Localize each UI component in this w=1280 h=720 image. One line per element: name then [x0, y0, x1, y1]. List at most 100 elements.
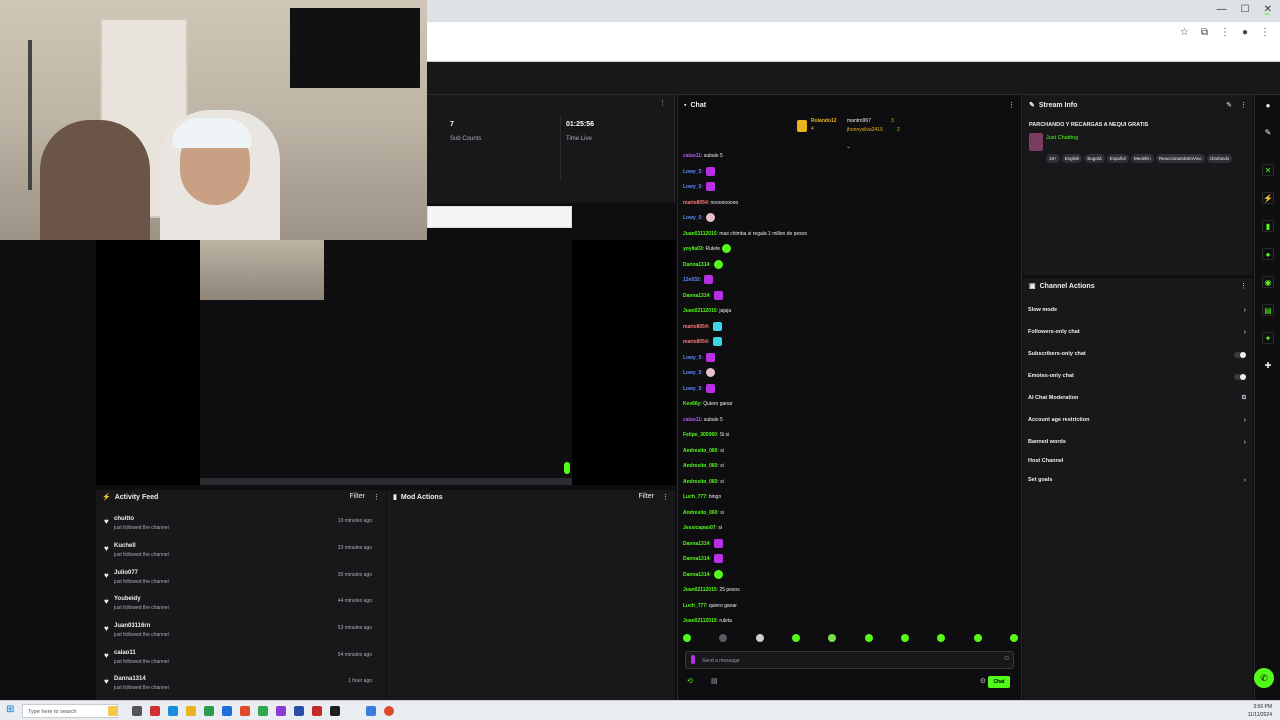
- chat-username[interactable]: Lowy_5: [683, 169, 701, 175]
- emote-button[interactable]: [900, 634, 909, 642]
- subscribers-only-toggle[interactable]: [1234, 352, 1246, 358]
- chat-message-input[interactable]: Send a message: [685, 651, 1014, 669]
- settings-icon[interactable]: ▤: [711, 677, 718, 685]
- app-icon[interactable]: [204, 706, 214, 716]
- chat-username[interactable]: Luch_777: [683, 603, 706, 609]
- chat-username[interactable]: Kev66y: [683, 401, 701, 407]
- chat-username[interactable]: Lowy_5: [683, 184, 701, 190]
- chat-username[interactable]: Danna1314: [683, 541, 709, 547]
- set-goals-row[interactable]: Set goals ›: [1028, 477, 1248, 487]
- chat-username[interactable]: 12e032: [683, 277, 700, 283]
- word-icon[interactable]: [294, 706, 304, 716]
- excel-icon[interactable]: [258, 706, 268, 716]
- chat-username[interactable]: Danna1314: [683, 556, 709, 562]
- broadcast-icon[interactable]: ◉: [1262, 276, 1274, 288]
- chat-username[interactable]: Andresito_060: [683, 479, 717, 485]
- emote-button[interactable]: [755, 634, 764, 642]
- task-view-icon[interactable]: [132, 706, 142, 716]
- ai-moderation-row[interactable]: AI Chat Moderation ⧉: [1028, 395, 1248, 405]
- emoji-icon[interactable]: ☺: [1003, 655, 1010, 662]
- more-icon[interactable]: ⋮: [662, 493, 669, 501]
- chat-username[interactable]: Felipe_305060: [683, 432, 717, 438]
- edit-icon[interactable]: ✎: [1262, 127, 1274, 139]
- wrench-icon[interactable]: ✦: [1262, 332, 1274, 344]
- feed-user[interactable]: chuitto: [114, 516, 134, 522]
- emote-button[interactable]: [828, 634, 837, 642]
- slow-mode-row[interactable]: Slow mode ›: [1028, 307, 1248, 317]
- chat-username[interactable]: Juan02112015: [683, 618, 717, 624]
- app-icon[interactable]: [312, 706, 322, 716]
- chat-username[interactable]: Lowy_5: [683, 386, 701, 392]
- chat-username[interactable]: Danna1314: [683, 262, 709, 268]
- mail-icon[interactable]: [222, 706, 232, 716]
- filter-button[interactable]: Filter: [638, 493, 654, 501]
- star-icon[interactable]: ☆: [1180, 27, 1189, 38]
- chat-username[interactable]: Lowy_5: [683, 355, 701, 361]
- emote-button[interactable]: [683, 634, 691, 642]
- chat-username[interactable]: Lowy_5: [683, 215, 701, 221]
- edit-icon[interactable]: ✎: [1226, 101, 1232, 109]
- windows-start-icon[interactable]: ⊞: [6, 704, 14, 715]
- more-icon[interactable]: ⋮: [1260, 27, 1270, 38]
- stream-category[interactable]: Just Chatting: [1046, 135, 1078, 141]
- obs-icon[interactable]: [330, 706, 340, 716]
- chat-username[interactable]: calao11: [683, 153, 701, 159]
- banned-words-row[interactable]: Banned words ›: [1028, 439, 1248, 449]
- top-gifter-2[interactable]: mantro967: [847, 118, 871, 124]
- chat-username[interactable]: Juan02112015: [683, 231, 717, 237]
- chat-username[interactable]: Jessicapao07: [683, 525, 716, 531]
- gear-icon[interactable]: ⚙: [980, 677, 986, 685]
- emote-button[interactable]: [791, 634, 800, 642]
- extensions-icon[interactable]: ⧉: [1201, 27, 1208, 38]
- chevron-down-icon[interactable]: ⌄: [846, 143, 851, 150]
- app-icon[interactable]: [276, 706, 286, 716]
- system-clock[interactable]: 3:56 PM 11/11/2024: [1248, 703, 1272, 719]
- account-age-row[interactable]: Account age restriction ›: [1028, 417, 1248, 427]
- chat-username[interactable]: calao11: [683, 417, 701, 423]
- chat-username[interactable]: yoyila03: [683, 246, 703, 252]
- taskbar-search-input[interactable]: Type here to search: [22, 704, 118, 718]
- feed-user[interactable]: Juan03116rn: [114, 623, 150, 629]
- app-icon[interactable]: [150, 706, 160, 716]
- feed-user[interactable]: Julio077: [114, 570, 138, 576]
- profile-icon[interactable]: ●: [1242, 27, 1248, 38]
- chrome-icon[interactable]: [384, 706, 394, 716]
- chat-username[interactable]: mario8054: [683, 339, 708, 345]
- circle-icon[interactable]: ●: [1262, 248, 1274, 260]
- more-icon[interactable]: ⋮: [373, 493, 380, 501]
- browser-address-bar[interactable]: [427, 22, 1280, 62]
- stats-menu-icon[interactable]: ⋮: [659, 99, 666, 107]
- feed-user[interactable]: Danna1314: [114, 676, 146, 682]
- menu-icon[interactable]: ⋮: [1220, 27, 1230, 38]
- chrome-icon[interactable]: [186, 706, 196, 716]
- chat-username[interactable]: mario8054: [683, 200, 708, 206]
- feed-user[interactable]: calao11: [114, 650, 136, 656]
- chrome-icon[interactable]: [240, 706, 250, 716]
- chat-username[interactable]: Danna1314: [683, 293, 709, 299]
- points-icon[interactable]: ⟲: [687, 677, 693, 685]
- emote-button[interactable]: [719, 634, 728, 642]
- app-icon[interactable]: [366, 706, 376, 716]
- filter-button[interactable]: Filter: [349, 493, 365, 501]
- emote-button[interactable]: [1009, 634, 1018, 642]
- maximize-button[interactable]: ☐: [1241, 4, 1250, 15]
- emotes-only-toggle[interactable]: [1234, 374, 1246, 380]
- feed-user[interactable]: Youbeidy: [114, 596, 141, 602]
- chat-username[interactable]: Andresito_060: [683, 510, 717, 516]
- more-icon[interactable]: ⋮: [1240, 101, 1247, 109]
- top-gifter-3[interactable]: jhonnysilva2415: [847, 127, 883, 133]
- bolt-icon[interactable]: ⚡: [1262, 192, 1274, 204]
- chat-username[interactable]: Andresito_060: [683, 448, 717, 454]
- chat-username[interactable]: Andresito_060: [683, 463, 717, 469]
- emote-button[interactable]: [864, 634, 873, 642]
- plugin-icon[interactable]: ✚: [1262, 360, 1274, 372]
- more-icon[interactable]: ⋮: [1008, 101, 1015, 109]
- minimize-button[interactable]: —: [1217, 4, 1227, 15]
- chat-username[interactable]: Lowy_5: [683, 370, 701, 376]
- chat-username[interactable]: mario8054: [683, 324, 708, 330]
- chat-bubble-icon[interactable]: ✆: [1254, 668, 1274, 688]
- host-channel-row[interactable]: Host Channel: [1028, 458, 1248, 468]
- chat-username[interactable]: Danna1314: [683, 572, 709, 578]
- emote-button[interactable]: [973, 634, 982, 642]
- close-icon[interactable]: ✕: [1262, 164, 1274, 176]
